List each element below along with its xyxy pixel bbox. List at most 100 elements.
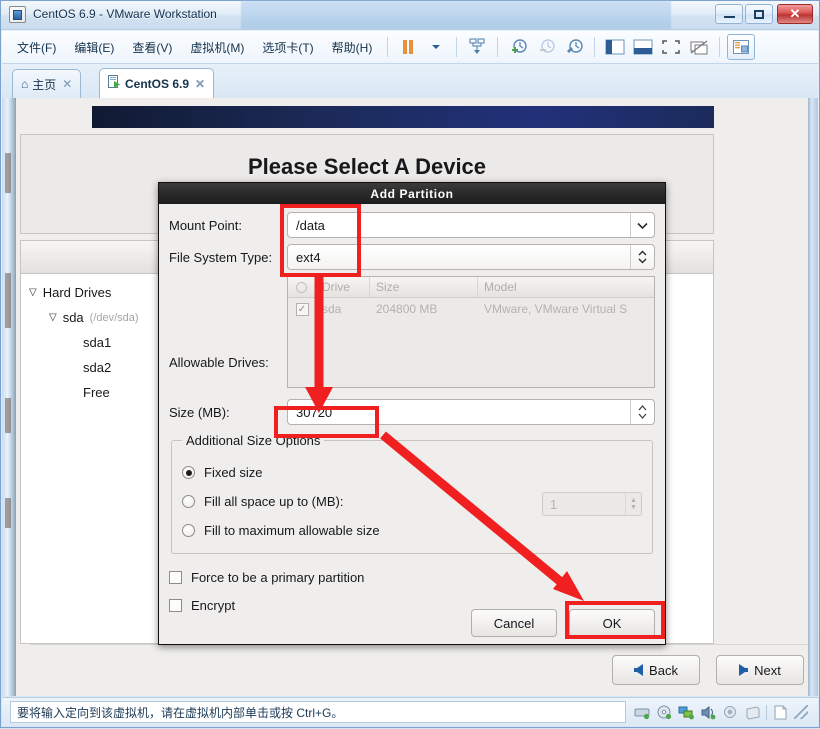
drive-checkbox[interactable]: ✓ [288, 298, 316, 320]
file-system-type-row: File System Type: ext4 [169, 244, 655, 270]
pause-icon[interactable] [395, 35, 421, 59]
size-value: 30720 [296, 404, 333, 420]
snapshot-manager-icon[interactable] [561, 35, 587, 59]
show-console-icon[interactable] [630, 35, 656, 59]
checkbox-force-primary-label: Force to be a primary partition [191, 569, 365, 585]
allowable-drives-list[interactable]: Drive Size Model ✓ sda 204800 MB VMware,… [287, 276, 655, 388]
dialog-body: Mount Point: /data File System Type: ext… [159, 204, 665, 645]
back-button[interactable]: Back [612, 655, 700, 685]
statusbar-divider [766, 704, 767, 720]
radio-fixed-size[interactable]: Fixed size [182, 458, 642, 487]
checkbox-icon[interactable] [169, 598, 182, 612]
up-down-chevron-icon[interactable] [630, 245, 654, 269]
up-down-arrows-icon[interactable] [630, 400, 654, 424]
radio-button-icon[interactable] [182, 524, 195, 537]
printer-icon[interactable] [744, 705, 761, 720]
ok-button[interactable]: OK [569, 609, 655, 637]
dialog-title: Add Partition [370, 186, 454, 201]
tab-centos-69[interactable]: CentOS 6.9 ✕ [99, 68, 215, 98]
send-ctrl-alt-del-icon[interactable] [464, 35, 490, 59]
additional-size-options-group: Additional Size Options Fixed size Fill … [171, 433, 653, 554]
file-system-type-select[interactable]: ext4 [287, 244, 655, 270]
library-panel-icon[interactable] [727, 34, 756, 60]
tree-label: Hard Drives [42, 285, 112, 300]
size-input[interactable]: 30720 [287, 399, 655, 425]
file-system-type-label: File System Type: [169, 249, 273, 265]
network-icon[interactable] [678, 705, 695, 720]
menu-vm[interactable]: 虚拟机(M) [181, 36, 253, 59]
vmware-workstation-window: CentOS 6.9 - VMware Workstation ✕ 文件(F) … [0, 0, 820, 728]
chevron-down-icon[interactable] [423, 35, 449, 59]
cancel-button[interactable]: Cancel [471, 609, 557, 637]
menu-help[interactable]: 帮助(H) [323, 36, 382, 59]
allowable-drives-label: Allowable Drives: [169, 355, 269, 370]
minimize-button[interactable] [715, 4, 743, 24]
radio-fill-max[interactable]: Fill to maximum allowable size [182, 516, 642, 545]
chevron-down-icon[interactable] [630, 213, 654, 237]
menu-tabs[interactable]: 选项卡(T) [253, 36, 322, 59]
snapshot-take-icon[interactable] [505, 35, 531, 59]
menu-file[interactable]: 文件(F) [8, 36, 65, 59]
mount-point-value: /data [296, 217, 325, 233]
toolbar-divider [387, 37, 389, 57]
mount-point-input[interactable]: /data [287, 212, 655, 238]
installer-banner [92, 106, 732, 128]
fullscreen-icon[interactable] [658, 35, 684, 59]
close-button[interactable]: ✕ [777, 4, 813, 24]
display-icon[interactable] [772, 705, 789, 720]
installer-right-filler [714, 98, 818, 696]
add-partition-dialog: Add Partition Mount Point: /data File Sy… [158, 182, 666, 645]
file-system-type-value: ext4 [296, 249, 321, 265]
allowable-drives-row[interactable]: ✓ sda 204800 MB VMware, VMware Virtual S [288, 298, 654, 320]
statusbar-message: 要将输入定向到该虚拟机，请在虚拟机内部单击或按 Ctrl+G。 [10, 701, 626, 723]
cdrom-icon[interactable] [656, 705, 673, 720]
next-button[interactable]: Next [716, 655, 804, 685]
expander-icon[interactable]: ▽ [29, 286, 37, 299]
dialog-button-row: Cancel OK [471, 609, 655, 637]
fill-up-to-input[interactable]: 1 ▲ ▼ [542, 492, 642, 516]
mount-point-label: Mount Point: [169, 217, 242, 233]
harddisk-icon[interactable] [634, 705, 651, 720]
drive-name: sda [322, 302, 342, 316]
tree-label: sda2 [83, 360, 112, 375]
column-model: Model [484, 280, 517, 294]
expander-icon[interactable]: ▽ [49, 311, 57, 324]
radio-button-icon[interactable] [182, 495, 195, 508]
tab-centos-close-icon[interactable]: ✕ [195, 77, 205, 91]
tree-label: sda [62, 310, 84, 325]
page-title: Please Select A Device [247, 154, 487, 179]
menubar: 文件(F) 编辑(E) 查看(V) 虚拟机(M) 选项卡(T) 帮助(H) [2, 31, 818, 64]
arrow-left-icon [634, 664, 644, 676]
checkbox-icon[interactable] [169, 570, 182, 584]
tab-home[interactable]: ⌂ 主页 ✕ [12, 69, 82, 98]
radio-fixed-size-label: Fixed size [204, 465, 263, 480]
arrow-right-icon [739, 664, 749, 676]
drive-model: VMware, VMware Virtual S [484, 302, 628, 316]
menu-view[interactable]: 查看(V) [123, 36, 181, 59]
unity-mode-icon[interactable] [686, 35, 712, 59]
webcam-icon[interactable] [722, 705, 739, 720]
toolbar-divider [497, 37, 499, 57]
up-down-arrows-icon[interactable]: ▲ ▼ [625, 493, 641, 515]
statusbar: 要将输入定向到该虚拟机，请在虚拟机内部单击或按 Ctrl+G。 [2, 697, 818, 726]
maximize-button[interactable] [745, 4, 773, 24]
column-size: Size [370, 277, 478, 297]
size-row: Size (MB): 30720 [169, 399, 655, 425]
tab-home-close-icon[interactable]: ✕ [62, 77, 72, 91]
checkbox-force-primary[interactable]: Force to be a primary partition [169, 563, 655, 591]
back-button-label: Back [649, 662, 678, 678]
show-sidebar-icon[interactable] [602, 35, 628, 59]
resize-grip[interactable] [794, 705, 808, 719]
window-title: CentOS 6.9 - VMware Workstation [33, 7, 217, 21]
drive-size: 204800 MB [376, 302, 438, 316]
radio-fill-up-to-label: Fill all space up to (MB): [204, 494, 344, 509]
radio-button-icon[interactable] [182, 466, 195, 479]
column-drive: Drive [316, 277, 370, 297]
allowable-drives-header: Drive Size Model [288, 277, 654, 298]
sound-icon[interactable] [700, 705, 717, 720]
window-titlebar: CentOS 6.9 - VMware Workstation ✕ [1, 1, 819, 30]
snapshot-revert-icon[interactable] [533, 35, 559, 59]
menu-edit[interactable]: 编辑(E) [65, 36, 123, 59]
tab-centos-label: CentOS 6.9 [125, 76, 190, 91]
toolbar-divider [719, 37, 721, 57]
